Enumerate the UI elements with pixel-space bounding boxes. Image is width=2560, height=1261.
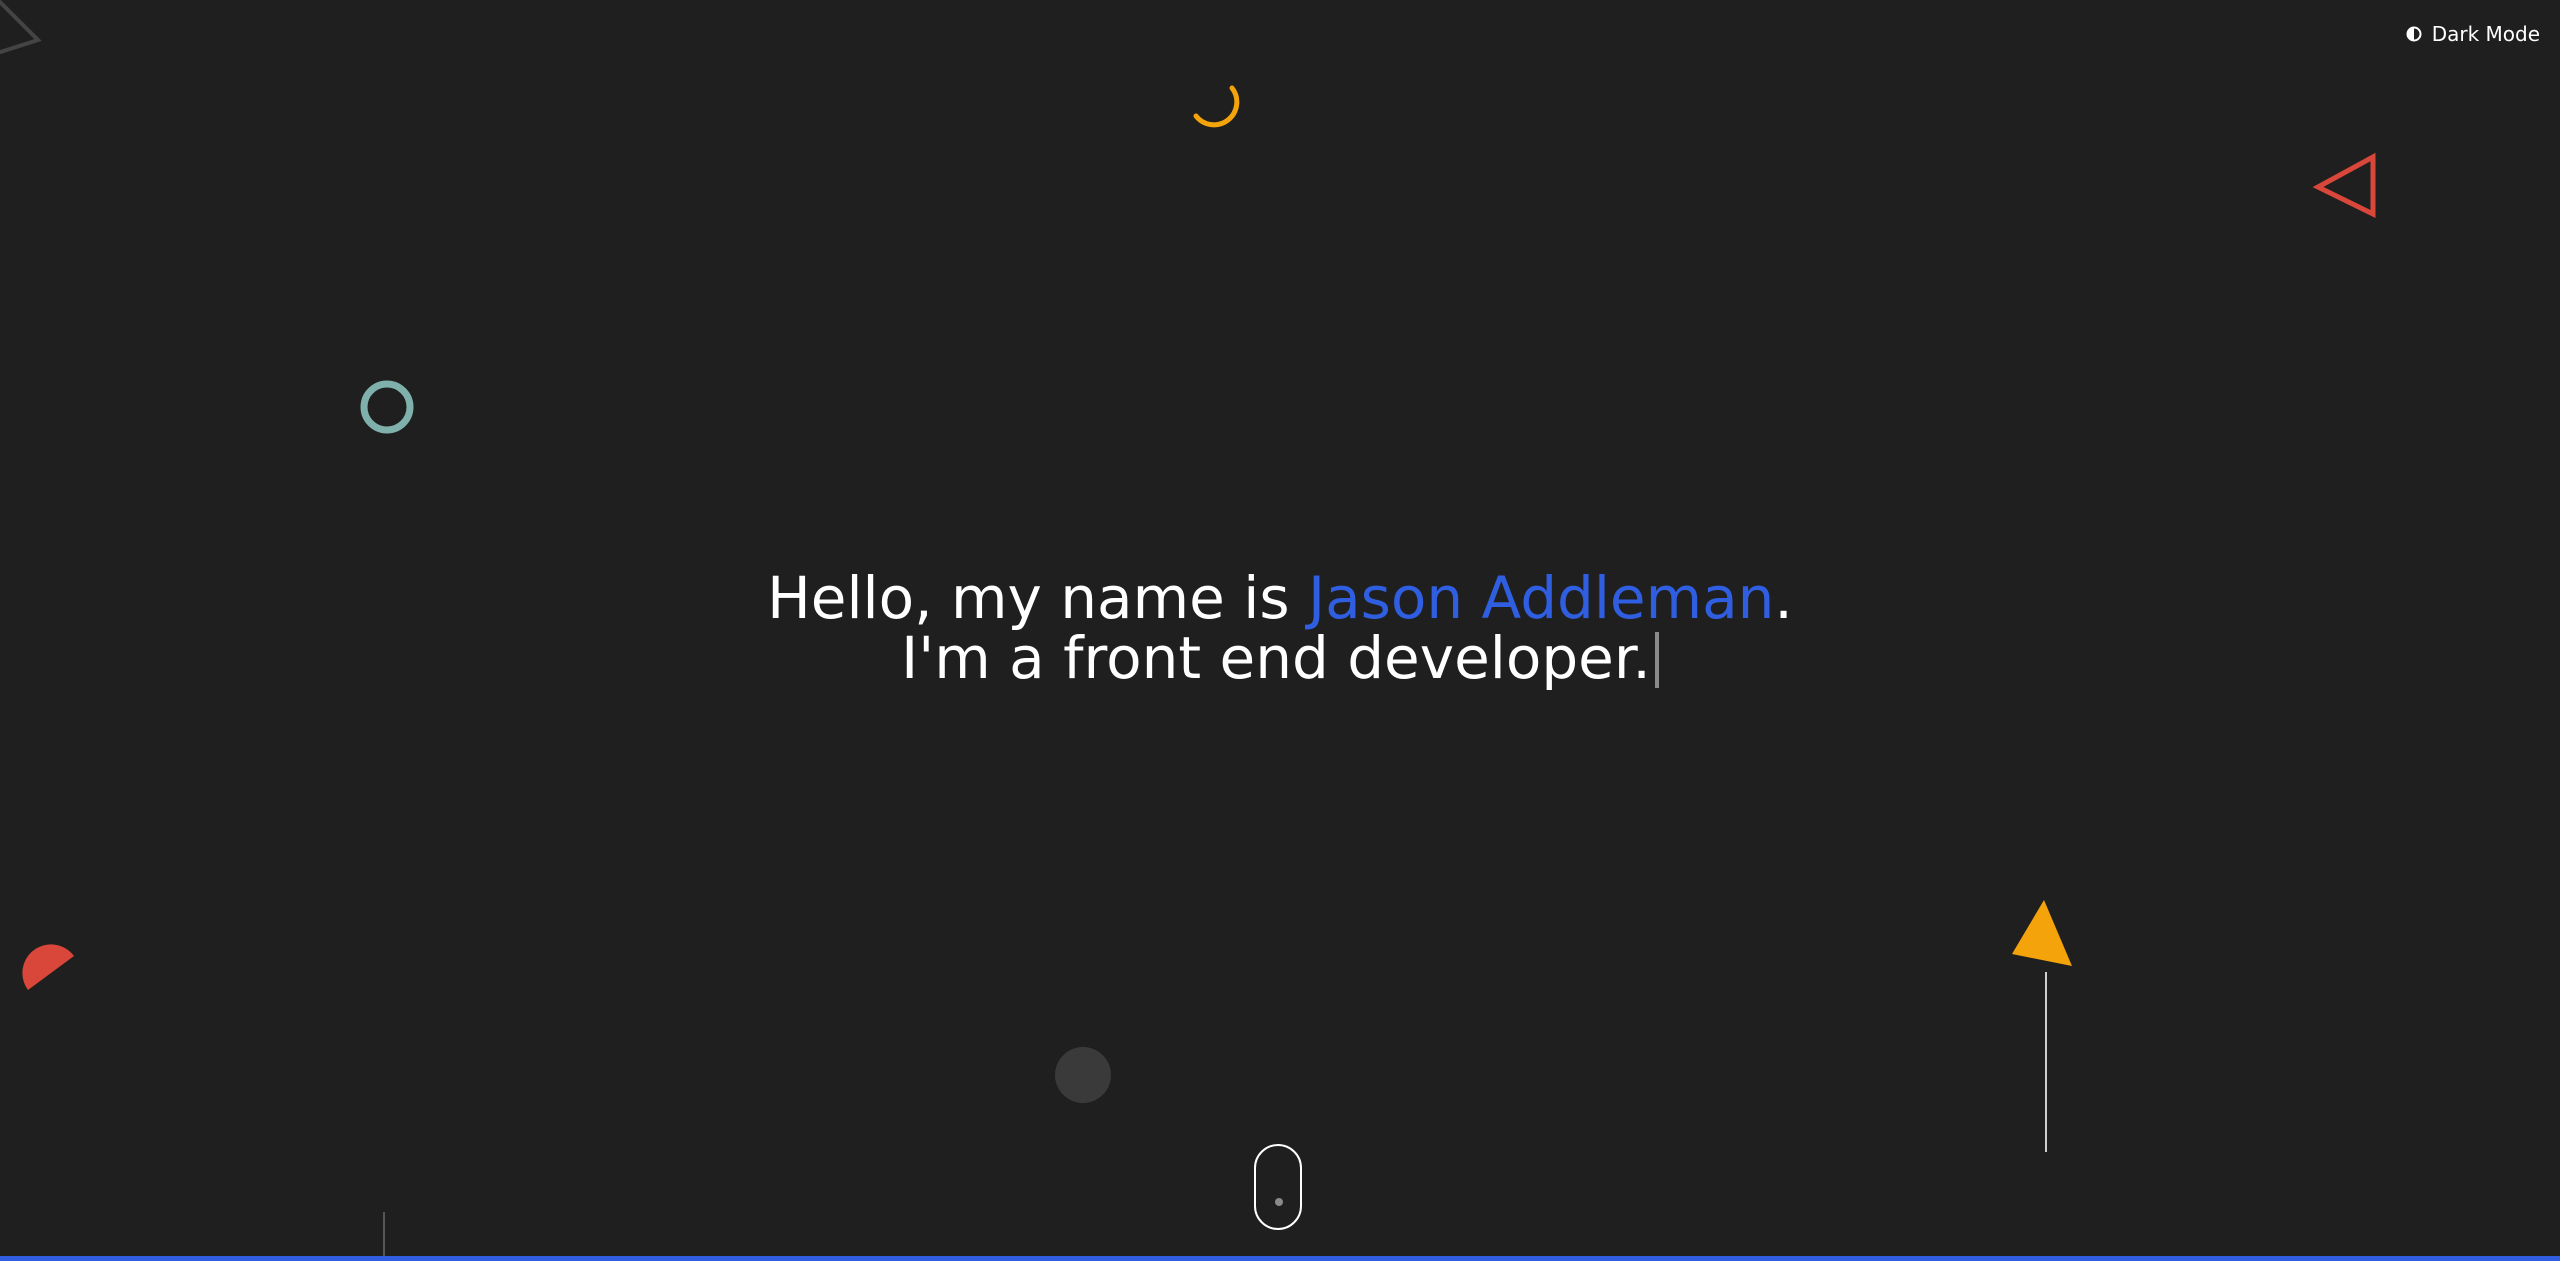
page: Dark Mode Hello, my name is Jason Addlem… — [0, 0, 2560, 1261]
hero-line-1: Hello, my name is Jason Addleman. — [0, 568, 2560, 628]
gray-triangle-outline-shape — [0, 0, 42, 55]
hero-heading: Hello, my name is Jason Addleman. I'm a … — [0, 568, 2560, 688]
scroll-wheel-dot — [1275, 1198, 1283, 1206]
bottom-accent-bar — [0, 1256, 2560, 1261]
greeting-text: Hello, my name is — [767, 564, 1308, 632]
dark-mode-label: Dark Mode — [2431, 22, 2540, 46]
teal-ring-shape — [360, 380, 414, 434]
contrast-icon — [2406, 26, 2422, 42]
orange-arc-shape — [1193, 85, 1240, 128]
gray-dot-shape — [1055, 1047, 1111, 1103]
red-triangle-outline-shape — [2312, 152, 2376, 219]
scroll-down-indicator[interactable] — [1254, 1144, 1302, 1230]
dark-mode-toggle[interactable]: Dark Mode — [2406, 22, 2540, 46]
period-text: . — [1774, 564, 1793, 632]
tagline-text: I'm a front end developer. — [901, 624, 1651, 692]
name-text: Jason Addleman — [1307, 564, 1775, 632]
orange-triangle-shape — [2012, 900, 2072, 966]
typing-cursor — [1654, 632, 1659, 688]
red-half-circle-shape — [22, 944, 74, 990]
hero-line-2: I'm a front end developer. — [0, 628, 2560, 688]
vertical-line-right-shape — [2045, 972, 2047, 1152]
vertical-line-left-shape — [383, 1212, 385, 1258]
